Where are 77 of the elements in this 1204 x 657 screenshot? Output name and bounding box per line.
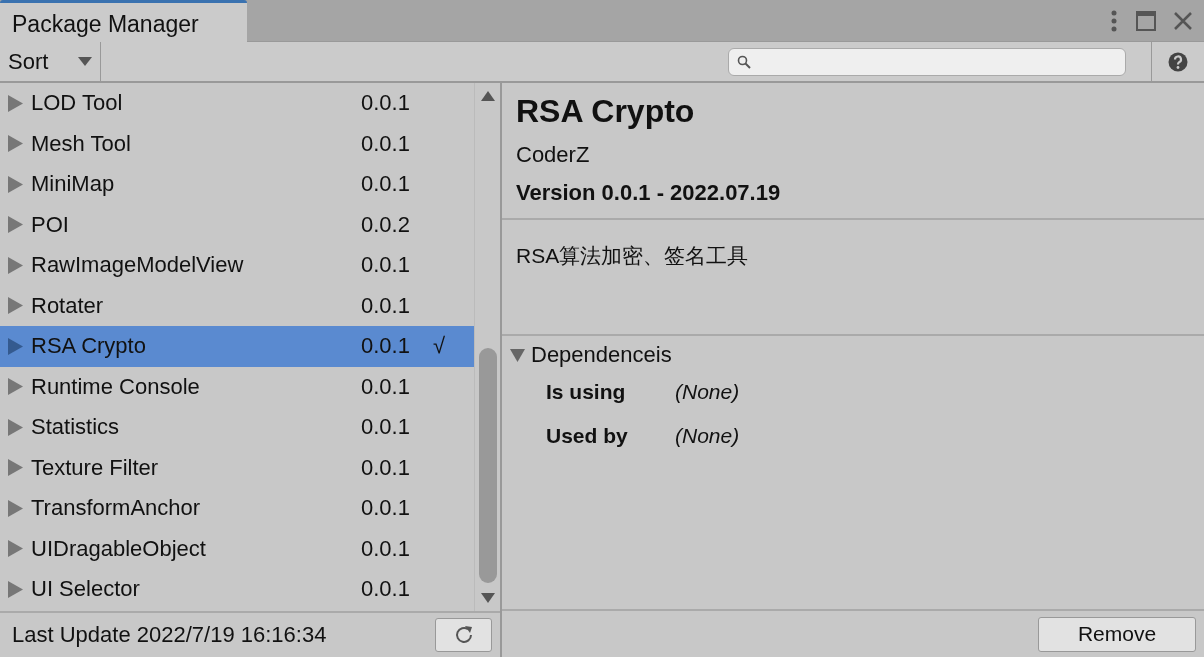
expand-arrow-icon[interactable] [8, 459, 23, 477]
package-name: LOD Tool [31, 90, 124, 117]
scroll-down-arrow-icon[interactable] [480, 593, 495, 603]
package-version: 0.0.1 [361, 495, 411, 522]
close-icon[interactable] [1174, 11, 1192, 30]
author-text: CoderZ [516, 142, 591, 168]
package-row[interactable]: LOD Tool 0.0.1 [0, 83, 474, 124]
package-version: 0.0.1 [361, 373, 411, 400]
expand-arrow-icon[interactable] [8, 135, 23, 153]
foldout-arrow-icon [510, 348, 525, 362]
package-version: 0.0.1 [361, 576, 411, 603]
dependency-value: (None) [675, 380, 740, 404]
package-row[interactable]: Rotater 0.0.1 [0, 285, 474, 326]
expand-arrow-icon[interactable] [8, 175, 23, 193]
refresh-button[interactable] [435, 618, 492, 652]
package-version: 0.0.1 [361, 333, 411, 360]
package-name: RSA Crypto [31, 333, 147, 360]
expand-arrow-icon[interactable] [8, 499, 23, 517]
package-row[interactable]: TransformAnchor 0.0.1 [0, 488, 474, 529]
package-name: UI Selector [31, 576, 141, 603]
package-title: RSA Crypto [516, 93, 696, 130]
scroll-up-arrow-icon[interactable] [480, 91, 495, 101]
package-version: 0.0.2 [361, 211, 411, 238]
package-name: RawImageModelView [31, 252, 245, 279]
last-update-text: Last Update 2022/7/19 16:16:34 [12, 622, 327, 648]
package-row[interactable]: Mesh Tool 0.0.1 [0, 123, 474, 164]
package-name: Mesh Tool [31, 130, 132, 157]
expand-arrow-icon[interactable] [8, 580, 23, 598]
help-icon[interactable] [1168, 51, 1188, 72]
version-text: Version 0.0.1 - 2022.07.19 [516, 180, 782, 206]
package-name: POI [31, 211, 70, 238]
expand-arrow-icon[interactable] [8, 94, 23, 112]
description-text: RSA算法加密、签名工具 [502, 220, 1204, 336]
package-name: Statistics [31, 414, 121, 441]
package-row[interactable]: RawImageModelView 0.0.1 [0, 245, 474, 286]
package-name: Texture Filter [31, 454, 160, 481]
expand-arrow-icon[interactable] [8, 297, 23, 315]
dependency-label: Is using [546, 380, 627, 404]
package-row[interactable]: MiniMap 0.0.1 [0, 164, 474, 205]
package-version: 0.0.1 [361, 252, 411, 279]
expand-arrow-icon[interactable] [8, 540, 23, 558]
package-row[interactable]: Texture Filter 0.0.1 [0, 447, 474, 488]
installed-check: √ [433, 333, 447, 360]
package-version: 0.0.1 [361, 130, 411, 157]
expand-arrow-icon[interactable] [8, 378, 23, 396]
dependency-label: Used by [546, 424, 629, 448]
package-version: 0.0.1 [361, 535, 411, 562]
search-field[interactable] [728, 47, 1126, 76]
expand-arrow-icon[interactable] [8, 216, 23, 234]
search-icon [737, 54, 751, 69]
package-version: 0.0.1 [361, 414, 411, 441]
package-name: Runtime Console [31, 373, 201, 400]
package-row[interactable]: Statistics 0.0.1 [0, 407, 474, 448]
dependency-value: (None) [675, 424, 740, 448]
maximize-icon[interactable] [1136, 10, 1156, 31]
package-name: UIDragableObject [31, 535, 207, 562]
expand-arrow-icon[interactable] [8, 256, 23, 274]
package-row[interactable]: Runtime Console 0.0.1 [0, 366, 474, 407]
remove-button[interactable]: Remove [1038, 616, 1196, 652]
dependencies-foldout[interactable]: Dependenceis [502, 336, 1204, 374]
expand-arrow-icon[interactable] [8, 337, 23, 355]
package-row[interactable]: RSA Crypto 0.0.1 √ [0, 326, 474, 367]
more-icon[interactable] [1110, 9, 1118, 32]
dropdown-arrow-icon [78, 57, 92, 66]
package-version: 0.0.1 [361, 90, 411, 117]
package-version: 0.0.1 [361, 171, 411, 198]
package-version: 0.0.1 [361, 454, 411, 481]
window-tab[interactable]: Package Manager [0, 0, 247, 42]
package-version: 0.0.1 [361, 292, 411, 319]
package-name: Rotater [31, 292, 105, 319]
package-row[interactable]: UI Selector 0.0.1 [0, 569, 474, 610]
package-row[interactable]: POI 0.0.2 [0, 204, 474, 245]
package-name: TransformAnchor [31, 495, 202, 522]
expand-arrow-icon[interactable] [8, 418, 23, 436]
scrollbar[interactable] [474, 83, 500, 611]
package-name: MiniMap [31, 171, 116, 198]
package-row[interactable]: UIDragableObject 0.0.1 [0, 528, 474, 569]
